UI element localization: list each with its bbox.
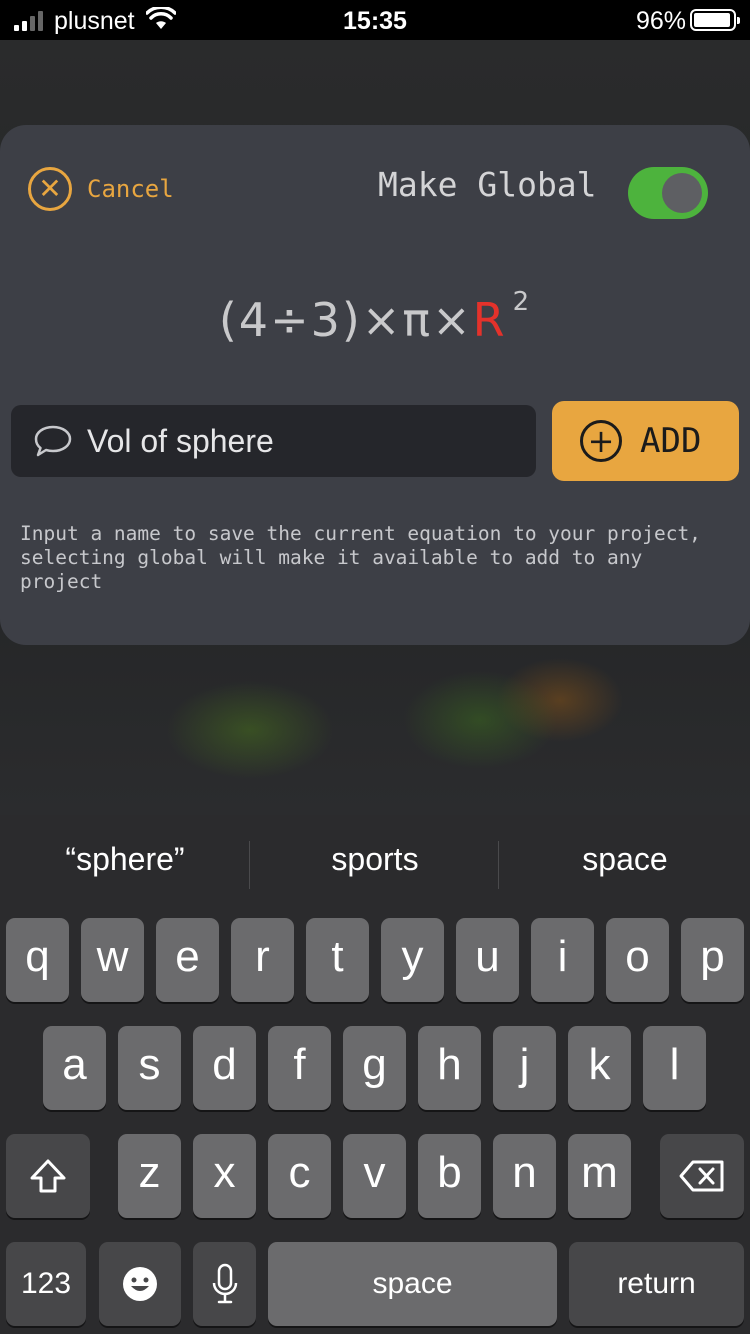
key-m[interactable]: m <box>568 1134 631 1218</box>
suggestion-2[interactable]: sports <box>250 841 500 878</box>
numbers-key[interactable]: 123 <box>6 1242 86 1326</box>
status-bar: plusnet 15:35 96% <box>0 0 750 40</box>
equation-name-input[interactable]: Vol of sphere <box>11 405 536 477</box>
close-icon: ✕ <box>28 167 72 211</box>
key-h[interactable]: h <box>418 1026 481 1110</box>
make-global-label: Make Global <box>378 165 597 204</box>
cancel-label: Cancel <box>87 175 174 203</box>
key-c[interactable]: c <box>268 1134 331 1218</box>
key-s[interactable]: s <box>118 1026 181 1110</box>
key-k[interactable]: k <box>568 1026 631 1110</box>
key-g[interactable]: g <box>343 1026 406 1110</box>
battery-icon <box>690 9 740 31</box>
key-f[interactable]: f <box>268 1026 331 1110</box>
key-j[interactable]: j <box>493 1026 556 1110</box>
emoji-key[interactable] <box>99 1242 181 1326</box>
key-y[interactable]: y <box>381 918 444 1002</box>
add-label: ADD <box>640 421 702 461</box>
speech-bubble-icon <box>34 425 72 457</box>
battery-percentage: 96% <box>635 7 686 35</box>
key-t[interactable]: t <box>306 918 369 1002</box>
key-i[interactable]: i <box>531 918 594 1002</box>
backspace-icon <box>679 1160 724 1192</box>
key-p[interactable]: p <box>681 918 744 1002</box>
cancel-button[interactable]: ✕ Cancel <box>28 167 174 211</box>
equation-name-value: Vol of sphere <box>87 422 274 459</box>
key-b[interactable]: b <box>418 1134 481 1218</box>
help-text: Input a name to save the current equatio… <box>20 522 701 593</box>
equation-display: (4÷3)×π×R 2 <box>0 287 750 347</box>
save-equation-dialog: ✕ Cancel Make Global (4÷3)×π×R 2 Vol of s… <box>0 125 750 645</box>
key-e[interactable]: e <box>156 918 219 1002</box>
equation-variable: R <box>472 293 507 347</box>
key-v[interactable]: v <box>343 1134 406 1218</box>
toggle-knob <box>662 173 702 213</box>
equation-exponent: 2 <box>512 286 532 317</box>
key-l[interactable]: l <box>643 1026 706 1110</box>
key-a[interactable]: a <box>43 1026 106 1110</box>
suggestion-1[interactable]: “sphere” <box>0 841 250 878</box>
key-u[interactable]: u <box>456 918 519 1002</box>
emoji-icon <box>123 1267 157 1301</box>
microphone-icon <box>212 1263 237 1304</box>
key-r[interactable]: r <box>231 918 294 1002</box>
key-z[interactable]: z <box>118 1134 181 1218</box>
make-global-toggle[interactable] <box>628 167 708 219</box>
suggestion-3[interactable]: space <box>500 841 750 878</box>
key-q[interactable]: q <box>6 918 69 1002</box>
shift-key[interactable] <box>6 1134 90 1218</box>
equation-expression: (4÷3)×π× <box>218 293 473 347</box>
plus-circle-icon: + <box>580 420 622 462</box>
suggestion-divider <box>498 841 499 889</box>
key-d[interactable]: d <box>193 1026 256 1110</box>
delete-key[interactable] <box>660 1134 744 1218</box>
dictation-key[interactable] <box>193 1242 256 1326</box>
key-w[interactable]: w <box>81 918 144 1002</box>
predictive-bar: “sphere” sports space <box>0 815 750 915</box>
key-o[interactable]: o <box>606 918 669 1002</box>
shift-icon <box>30 1159 66 1193</box>
add-button[interactable]: + ADD <box>552 401 739 481</box>
space-key[interactable]: space <box>268 1242 557 1326</box>
key-n[interactable]: n <box>493 1134 556 1218</box>
keyboard: “sphere” sports space q w e r t y u i o … <box>0 815 750 1334</box>
key-x[interactable]: x <box>193 1134 256 1218</box>
return-key[interactable]: return <box>569 1242 744 1326</box>
